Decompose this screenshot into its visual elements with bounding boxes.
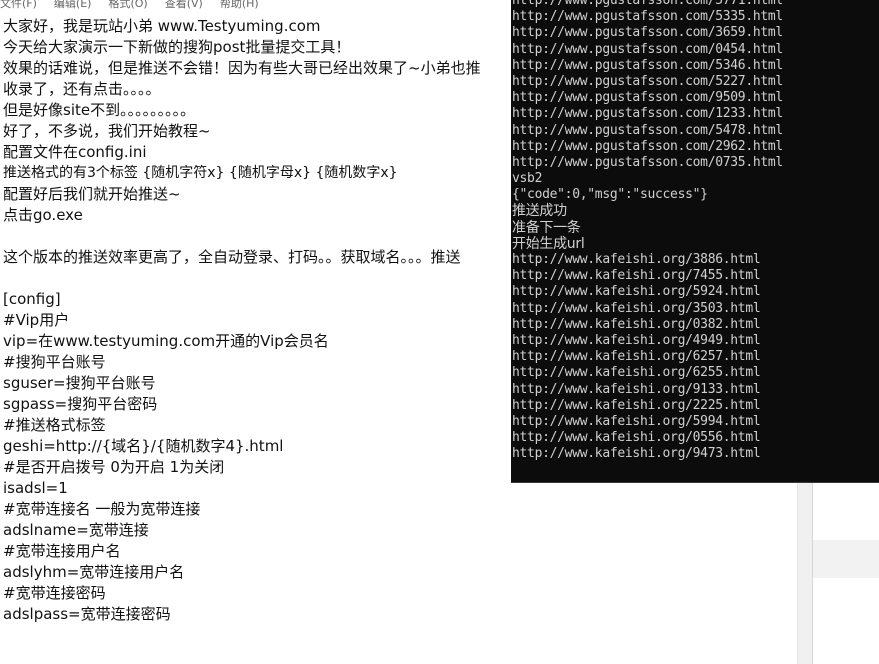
console-line: http://www.kafeishi.org/5924.html [512,284,761,300]
menu-help[interactable]: 帮助(H) [220,0,259,11]
console-line: http://www.kafeishi.org/9133.html [512,381,761,397]
console-line: http://www.pgustafsson.com/5346.html [512,57,783,73]
menu-edit[interactable]: 编辑(E) [54,0,92,11]
console-line: http://www.pgustafsson.com/9509.html [512,90,783,106]
console-line: http://www.kafeishi.org/3886.html [512,252,761,267]
console-line: http://www.kafeishi.org/0556.html [512,430,761,446]
menu-view[interactable]: 查看(V) [165,0,203,11]
console-line: http://www.kafeishi.org/3503.html [512,300,761,316]
editor-line: adslpass=宽带连接密码 [3,605,171,623]
console-line: http://www.pgustafsson.com/5335.html [512,9,783,25]
console-line: 准备下一条 [512,219,581,236]
console-line: http://www.pgustafsson.com/5227.html [512,73,783,89]
editor-line: #宽带连接名 一般为宽带连接 [3,500,201,518]
console-line: http://www.kafeishi.org/6257.html [512,349,761,365]
editor-line: adslname=宽带连接 [3,521,149,539]
console-line: 推送成功 [512,203,567,220]
console-line: http://www.pgustafsson.com/5771.html [512,0,783,8]
editor-line: #宽带连接用户名 [3,542,121,560]
console-line: http://www.pgustafsson.com/5478.html [512,122,783,138]
console-line: http://www.pgustafsson.com/1233.html [512,106,783,122]
background-bar [813,540,879,578]
console-line: http://www.kafeishi.org/4949.html [512,332,761,348]
console-line: http://www.pgustafsson.com/0735.html [512,154,783,170]
menu-file[interactable]: 文件(F) [0,0,37,11]
console-line: http://www.pgustafsson.com/3659.html [512,25,783,41]
console-line: http://www.kafeishi.org/7455.html [512,268,761,284]
console-line: http://www.pgustafsson.com/0454.html [512,41,783,57]
console-line: http://www.kafeishi.org/2225.html [512,397,761,413]
menu-format[interactable]: 格式(O) [108,0,147,11]
console-line: vsb2 [512,171,543,187]
console-window: http://www.pgustafsson.com/5771.html htt… [511,0,879,483]
console-line: http://www.kafeishi.org/9473.html [512,446,761,462]
console-line: http://www.kafeishi.org/6255.html [512,365,761,381]
editor-line: adslyhm=宽带连接用户名 [3,563,185,581]
console-line: {"code":0,"msg":"success"} [512,187,708,203]
console-line: http://www.pgustafsson.com/2962.html [512,138,783,154]
console-line: http://www.kafeishi.org/5994.html [512,413,761,429]
editor-line: #宽带连接密码 [3,584,106,602]
console-line: 开始生成url [512,235,585,252]
console-line: http://www.kafeishi.org/0382.html [512,316,761,332]
